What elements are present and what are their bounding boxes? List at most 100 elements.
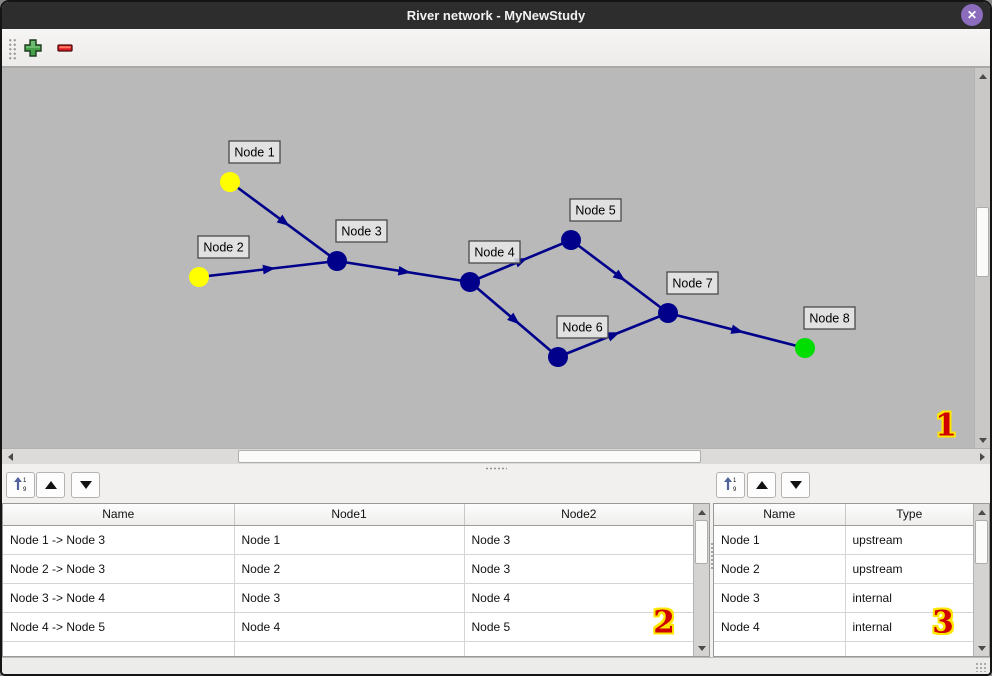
down-triangle-icon <box>790 481 802 489</box>
node-label[interactable]: Node 7 <box>667 272 718 294</box>
node-label-text: Node 5 <box>575 204 615 218</box>
vscrollbar-thumb[interactable] <box>975 520 988 564</box>
flow-arrow-icon <box>607 328 622 342</box>
up-triangle-icon <box>45 481 57 489</box>
column-header[interactable]: Node2 <box>464 504 693 525</box>
table-cell[interactable]: Node 4 -> Node 5 <box>3 612 234 641</box>
table-cell[interactable]: Node 5 <box>464 612 693 641</box>
vscrollbar-thumb[interactable] <box>695 520 708 564</box>
branch-row[interactable]: Node 3 -> Node 4Node 3Node 4 <box>3 583 693 612</box>
network-node[interactable] <box>548 347 568 367</box>
move-branch-down-button[interactable] <box>71 472 100 498</box>
scroll-up-arrow[interactable] <box>974 505 989 519</box>
canvas-hscrollbar[interactable] <box>2 448 990 464</box>
main-toolbar <box>2 29 990 68</box>
minus-icon <box>55 46 75 61</box>
node-row[interactable]: Node 1upstream <box>714 525 973 554</box>
remove-button[interactable] <box>53 37 77 61</box>
network-node[interactable] <box>460 272 480 292</box>
network-canvas[interactable]: Node 1 Node 2 Node 3 Node 4 Node 5 Node 6 Node… <box>2 68 974 448</box>
node-label-text: Node 7 <box>672 277 712 291</box>
nodes-table-vscrollbar[interactable] <box>973 504 989 656</box>
table-cell[interactable]: Node 4 <box>234 612 464 641</box>
sort-nodes-button[interactable]: 1 9 <box>716 472 745 498</box>
branch-row[interactable]: Node 1 -> Node 3Node 1Node 3 <box>3 525 693 554</box>
scroll-down-arrow[interactable] <box>974 641 989 655</box>
table-cell[interactable]: Node 3 <box>714 583 845 612</box>
node-label[interactable]: Node 6 <box>557 316 608 338</box>
node-row[interactable]: Node 3internal <box>714 583 973 612</box>
scroll-up-arrow[interactable] <box>694 505 709 519</box>
table-cell[interactable]: internal <box>845 583 973 612</box>
branches-table[interactable]: NameNode1Node2 Node 1 -> Node 3Node 1Nod… <box>3 504 693 656</box>
titlebar[interactable]: River network - MyNewStudy ✕ <box>2 2 990 29</box>
close-icon: ✕ <box>967 8 977 22</box>
resize-grip-icon[interactable] <box>975 662 987 672</box>
column-header[interactable]: Node1 <box>234 504 464 525</box>
network-node[interactable] <box>189 267 209 287</box>
node-label-text: Node 3 <box>341 225 381 239</box>
table-cell[interactable]: upstream <box>845 554 973 583</box>
column-header[interactable]: Name <box>3 504 234 525</box>
network-node[interactable] <box>561 230 581 250</box>
branches-header-row: NameNode1Node2 <box>3 504 693 525</box>
table-cell[interactable]: internal <box>845 612 973 641</box>
network-node[interactable] <box>658 303 678 323</box>
table-cell[interactable]: Node 2 <box>714 554 845 583</box>
node-row[interactable]: Node 4internal <box>714 612 973 641</box>
column-header[interactable]: Name <box>714 504 845 525</box>
network-node[interactable] <box>220 172 240 192</box>
river-network-graph: Node 1 Node 2 Node 3 Node 4 Node 5 Node 6 Node… <box>2 68 974 448</box>
table-cell[interactable]: Node 4 <box>464 583 693 612</box>
close-button[interactable]: ✕ <box>961 4 983 26</box>
node-label[interactable]: Node 3 <box>336 220 387 242</box>
table-cell[interactable]: Node 2 -> Node 3 <box>3 554 234 583</box>
table-cell[interactable]: Node 3 <box>464 525 693 554</box>
table-cell[interactable]: Node 1 -> Node 3 <box>3 525 234 554</box>
canvas-vscrollbar[interactable] <box>974 68 990 448</box>
scroll-down-arrow[interactable] <box>694 641 709 655</box>
node-label[interactable]: Node 4 <box>469 241 520 263</box>
table-cell[interactable]: Node 3 <box>464 554 693 583</box>
network-node[interactable] <box>795 338 815 358</box>
move-node-down-button[interactable] <box>781 472 810 498</box>
table-cell[interactable]: Node 4 <box>714 612 845 641</box>
sort-branches-button[interactable]: 1 9 <box>6 472 35 498</box>
scroll-up-arrow[interactable] <box>975 69 990 83</box>
sort-ascending-icon: 1 9 <box>13 476 29 495</box>
app-window: River network - MyNewStudy ✕ <box>0 0 992 676</box>
move-branch-up-button[interactable] <box>36 472 65 498</box>
scroll-down-arrow[interactable] <box>975 433 990 447</box>
node-label[interactable]: Node 2 <box>198 236 249 258</box>
table-cell[interactable]: Node 2 <box>234 554 464 583</box>
table-cell[interactable]: Node 1 <box>714 525 845 554</box>
vscrollbar-thumb[interactable] <box>976 207 989 277</box>
toolbar-drag-handle[interactable] <box>8 38 17 60</box>
svg-text:9: 9 <box>733 487 737 492</box>
up-triangle-icon <box>756 481 768 489</box>
branch-row[interactable]: Node 2 -> Node 3Node 2Node 3 <box>3 554 693 583</box>
move-node-up-button[interactable] <box>747 472 776 498</box>
add-button[interactable] <box>21 37 45 61</box>
node-row[interactable]: Node 2upstream <box>714 554 973 583</box>
horizontal-splitter[interactable] <box>2 464 990 472</box>
scroll-right-arrow[interactable] <box>975 449 989 464</box>
node-label-text: Node 8 <box>809 312 849 326</box>
scroll-left-arrow[interactable] <box>3 449 17 464</box>
hscrollbar-thumb[interactable] <box>238 450 701 463</box>
table-cell[interactable]: Node 3 -> Node 4 <box>3 583 234 612</box>
nodes-table[interactable]: NameType Node 1upstreamNode 2upstreamNod… <box>714 504 973 656</box>
node-label[interactable]: Node 1 <box>229 141 280 163</box>
node-label[interactable]: Node 8 <box>804 307 855 329</box>
branches-table-vscrollbar[interactable] <box>693 504 709 656</box>
table-cell[interactable]: upstream <box>845 525 973 554</box>
column-header[interactable]: Type <box>845 504 973 525</box>
node-label-text: Node 2 <box>203 241 243 255</box>
node-label-text: Node 6 <box>562 321 602 335</box>
network-node[interactable] <box>327 251 347 271</box>
table-cell[interactable]: Node 1 <box>234 525 464 554</box>
svg-text:9: 9 <box>23 487 27 492</box>
branch-row[interactable]: Node 4 -> Node 5Node 4Node 5 <box>3 612 693 641</box>
node-label[interactable]: Node 5 <box>570 199 621 221</box>
table-cell[interactable]: Node 3 <box>234 583 464 612</box>
